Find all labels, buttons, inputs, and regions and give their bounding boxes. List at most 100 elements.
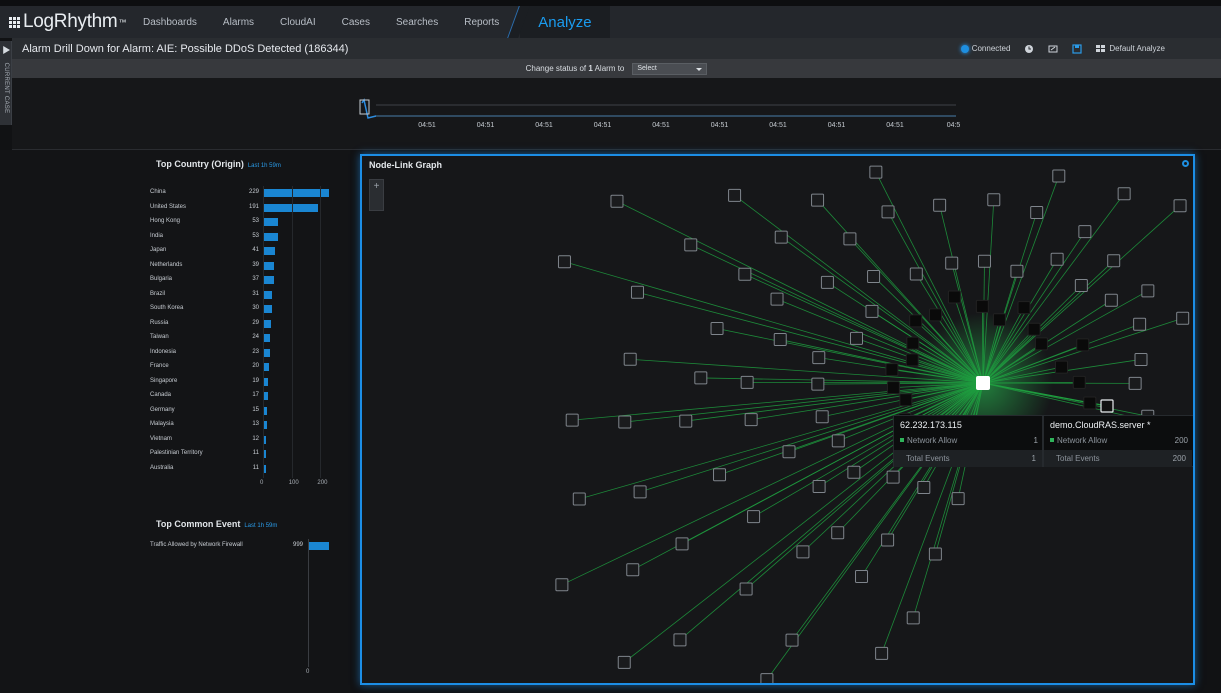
- graph-node[interactable]: [1050, 252, 1064, 266]
- graph-node[interactable]: [770, 292, 784, 306]
- graph-node[interactable]: [1078, 225, 1092, 239]
- graph-node[interactable]: [1083, 396, 1097, 410]
- graph-node[interactable]: [626, 563, 640, 577]
- graph-node[interactable]: [865, 304, 879, 318]
- graph-node[interactable]: [728, 188, 742, 202]
- bar[interactable]: [308, 542, 329, 550]
- graph-node[interactable]: [909, 314, 923, 328]
- graph-node[interactable]: [1117, 187, 1131, 201]
- bar[interactable]: [263, 247, 275, 255]
- graph-node[interactable]: [774, 230, 788, 244]
- bar[interactable]: [263, 261, 275, 270]
- graph-node[interactable]: [1133, 317, 1147, 331]
- bar[interactable]: [263, 276, 274, 284]
- graph-node-hub[interactable]: [976, 376, 990, 390]
- graph-node[interactable]: [977, 254, 991, 268]
- nav-searches[interactable]: Searches: [383, 17, 451, 28]
- nav-cases[interactable]: Cases: [329, 17, 383, 28]
- graph-node-target-server[interactable]: [1100, 399, 1114, 413]
- graph-node[interactable]: [945, 256, 959, 270]
- graph-node[interactable]: [740, 375, 754, 389]
- bar[interactable]: [263, 203, 318, 212]
- graph-node[interactable]: [782, 445, 796, 459]
- nav-alarms[interactable]: Alarms: [210, 17, 267, 28]
- graph-node[interactable]: [710, 322, 724, 336]
- bar[interactable]: [263, 290, 272, 299]
- graph-node[interactable]: [555, 578, 569, 592]
- graph-node[interactable]: [744, 413, 758, 427]
- graph-node[interactable]: [811, 377, 825, 391]
- graph-node[interactable]: [785, 633, 799, 647]
- graph-node[interactable]: [849, 331, 863, 345]
- graph-node[interactable]: [881, 205, 895, 219]
- graph-node[interactable]: [917, 481, 931, 495]
- graph-node[interactable]: [899, 393, 913, 407]
- graph-node[interactable]: [565, 413, 579, 427]
- graph-node[interactable]: [812, 480, 826, 494]
- graph-node[interactable]: [831, 526, 845, 540]
- graph-node[interactable]: [684, 238, 698, 252]
- gear-icon[interactable]: [1182, 160, 1189, 167]
- graph-node[interactable]: [1104, 293, 1118, 307]
- graph-node[interactable]: [572, 492, 586, 506]
- expand-play-icon[interactable]: [3, 46, 10, 54]
- graph-node[interactable]: [947, 290, 961, 304]
- graph-node[interactable]: [905, 353, 919, 367]
- bar[interactable]: [263, 232, 279, 241]
- graph-node[interactable]: [713, 468, 727, 482]
- current-case-side-tab[interactable]: CURRENT CASE: [0, 41, 12, 125]
- save-icon[interactable]: [1072, 43, 1083, 54]
- graph-node[interactable]: [815, 410, 829, 424]
- graph-node[interactable]: [1034, 337, 1048, 351]
- graph-node[interactable]: [1055, 360, 1069, 374]
- nav-reports[interactable]: Reports: [451, 17, 512, 28]
- graph-node[interactable]: [1141, 284, 1155, 298]
- bar[interactable]: [263, 218, 279, 226]
- graph-node[interactable]: [928, 547, 942, 561]
- graph-node[interactable]: [679, 414, 693, 428]
- graph-node[interactable]: [1027, 322, 1041, 336]
- graph-node[interactable]: [610, 194, 624, 208]
- graph-node[interactable]: [796, 545, 810, 559]
- graph-node[interactable]: [1076, 338, 1090, 352]
- graph-node[interactable]: [760, 673, 774, 685]
- node-link-graph-panel[interactable]: Node-Link Graph + 62.232.173.115 Network…: [360, 154, 1195, 685]
- graph-node[interactable]: [617, 655, 631, 669]
- graph-node[interactable]: [633, 485, 647, 499]
- graph-node[interactable]: [811, 193, 825, 207]
- graph-node[interactable]: [906, 611, 920, 625]
- graph-node[interactable]: [867, 269, 881, 283]
- clock-icon[interactable]: [1024, 44, 1034, 54]
- bar[interactable]: [263, 305, 272, 313]
- graph-node[interactable]: [673, 633, 687, 647]
- graph-node[interactable]: [1072, 375, 1086, 389]
- graph-node[interactable]: [557, 255, 571, 269]
- bar[interactable]: [263, 334, 270, 342]
- graph-node[interactable]: [739, 582, 753, 596]
- graph-node[interactable]: [1074, 278, 1088, 292]
- graph-node[interactable]: [773, 333, 787, 347]
- bar[interactable]: [263, 189, 329, 197]
- graph-node[interactable]: [1052, 169, 1066, 183]
- graph-node[interactable]: [1134, 352, 1148, 366]
- graph-node[interactable]: [1128, 376, 1142, 390]
- graph-node[interactable]: [975, 299, 989, 313]
- export-icon[interactable]: [1048, 44, 1058, 54]
- zoom-in-button[interactable]: +: [369, 179, 384, 211]
- event-timeline[interactable]: 04:51 04:51 04:51 04:51 04:51 04:51 04:51 04:51…: [12, 78, 1221, 150]
- nav-dashboards[interactable]: Dashboards: [130, 17, 210, 28]
- graph-node[interactable]: [630, 285, 644, 299]
- graph-node[interactable]: [1107, 254, 1121, 268]
- graph-node[interactable]: [875, 646, 889, 660]
- graph-node[interactable]: [831, 434, 845, 448]
- layout-selector[interactable]: Default Analyze: [1096, 44, 1165, 53]
- graph-node[interactable]: [886, 470, 900, 484]
- nav-analyze-active-tab[interactable]: Analyze: [520, 6, 610, 38]
- nav-cloudai[interactable]: CloudAI: [267, 17, 329, 28]
- graph-node[interactable]: [881, 533, 895, 547]
- graph-node[interactable]: [1010, 264, 1024, 278]
- graph-node[interactable]: [885, 363, 899, 377]
- graph-node[interactable]: [843, 232, 857, 246]
- graph-node[interactable]: [886, 381, 900, 395]
- graph-node[interactable]: [855, 569, 869, 583]
